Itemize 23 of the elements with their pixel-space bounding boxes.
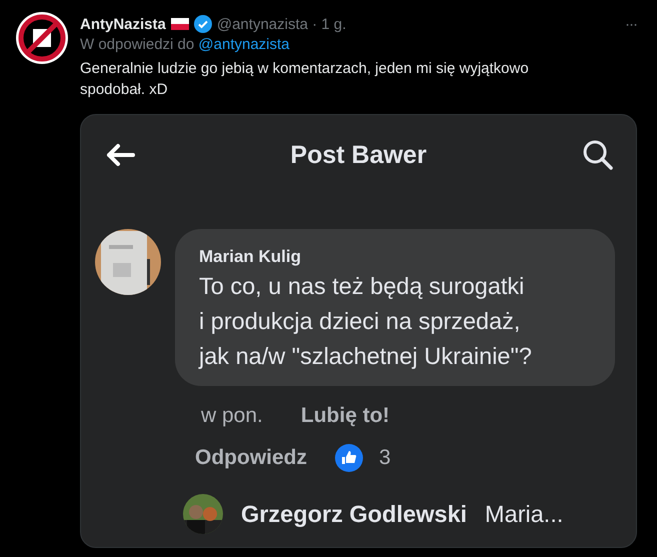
prohibition-sign-icon	[16, 12, 68, 64]
comment-text: jak na/w "szlachetnej Ukrainie"?	[199, 342, 533, 371]
search-icon[interactable]	[582, 139, 614, 171]
handle-and-time: @antynazista · 1 g.	[216, 16, 346, 32]
reply-author[interactable]: Grzegorz Godlewski	[241, 500, 467, 528]
author-name[interactable]: AntyNazista	[80, 16, 166, 32]
reaction-count: 3	[379, 446, 391, 470]
comment-text: i produkcja dzieci na sprzedaż,	[199, 307, 522, 336]
like-reaction-icon	[335, 444, 363, 472]
like-link[interactable]: Lubię to!	[300, 404, 390, 428]
flag-icon	[170, 18, 189, 30]
page-title: Post Bawer	[290, 140, 427, 170]
commenter-name[interactable]: Marian Kulig	[199, 245, 595, 269]
comment-time: w pon.	[201, 404, 263, 428]
reply-link[interactable]: Odpowiedz	[195, 446, 307, 470]
comment-text: To co, u nas też będą surogatki	[199, 272, 526, 301]
more-options-icon[interactable]: ···	[625, 16, 637, 32]
reply-context: W odpowiedzi do @antynazista	[80, 36, 291, 55]
back-arrow-icon[interactable]	[105, 143, 135, 167]
verified-badge-icon	[194, 15, 212, 33]
mention-link[interactable]: @antynazista	[198, 36, 290, 53]
tweet-text: Generalnie ludzie go jebią w komentarzach, jeden mi się wyjątkowo spodobał. xD	[80, 59, 530, 100]
reply-preview: Maria...	[484, 500, 564, 528]
